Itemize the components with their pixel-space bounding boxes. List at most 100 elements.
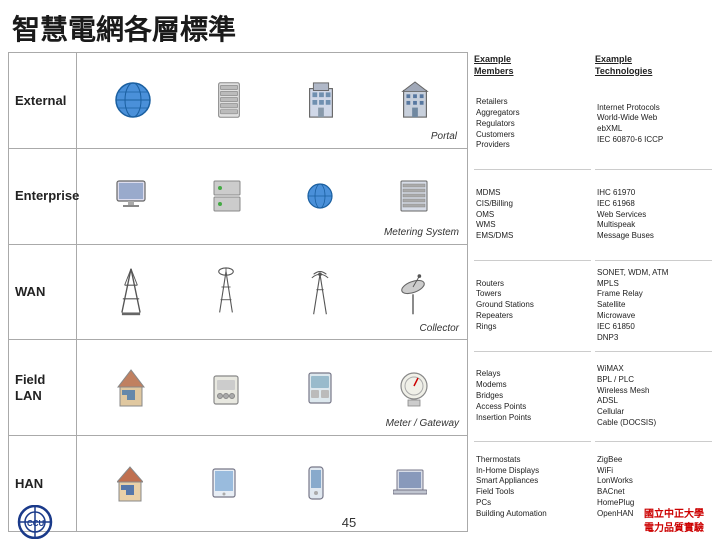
tech-item: Wireless Mesh [597,386,710,397]
footer: CCU 45 國立中正大學 電力品質實驗 [0,504,720,540]
tech-item: WiFi [597,466,710,477]
tech-enterprise: IHC 61970 IEC 61968 Web Services Multisp… [595,170,712,261]
tech-item: Cellular [597,407,710,418]
member-item: MDMS [476,188,589,199]
member-item: Regulators [476,119,589,130]
house-icon [117,368,145,408]
member-item: In-Home Displays [476,466,589,477]
layer-label-enterprise: Enterprise [9,149,77,244]
tech-item: Cable (DOCSIS) [597,418,710,429]
technologies-col: Example Technologies Internet Protocols … [595,52,712,532]
layer-label-external: External [9,53,77,148]
university-name: 國立中正大學 電力品質實驗 [644,508,704,536]
smart-meter-icon [307,368,333,408]
satellite-tower-icon [211,267,241,317]
members-col: Example Members Retailers Aggregators Re… [474,52,595,532]
round-meter-icon [400,368,428,408]
building-icon [305,81,337,119]
tech-item: IEC 61850 [597,322,710,333]
meter-device-icon [212,368,240,408]
tech-item: World-Wide Web [597,113,710,124]
phone-icon [307,465,325,503]
tech-item: IEC 60870-6 ICCP [597,135,710,146]
tech-item: Internet Protocols [597,103,710,114]
members-external: Retailers Aggregators Regulators Custome… [474,79,591,170]
member-item: Insertion Points [476,413,589,424]
members-wan: Routers Towers Ground Stations Repeaters… [474,261,591,352]
member-item: Modems [476,380,589,391]
globe-icon [114,81,152,119]
tech-item: MPLS [597,279,710,290]
layer-external: External [9,53,467,149]
member-item: Ground Stations [476,300,589,311]
member-item: Towers [476,289,589,300]
tech-item: ebXML [597,124,710,135]
tech-external: Internet Protocols World-Wide Web ebXML … [595,79,712,170]
layer-wan: WAN [9,245,467,341]
globe2-icon [306,179,334,213]
collector-label: Collector [420,323,459,334]
datacenter-icon [399,179,429,213]
building2-icon [400,81,430,119]
diagram-area: External [8,52,468,532]
member-item: Relays [476,369,589,380]
members-header: Example Members [474,52,591,77]
layer-label-fieldlan: Field LAN [9,340,77,435]
tech-item: WiMAX [597,364,710,375]
tech-item: Microwave [597,311,710,322]
member-item: Bridges [476,391,589,402]
monitor-icon [115,179,147,213]
member-item: Smart Appliances [476,476,589,487]
tech-item: Web Services [597,210,710,221]
tech-item: LonWorks [597,476,710,487]
member-item: Aggregators [476,108,589,119]
page-title: 智慧電網各層標準 [0,0,720,52]
member-item: Routers [476,279,589,290]
tech-item: DNP3 [597,333,710,344]
layer-content-enterprise: Metering System [77,149,467,244]
portal-label: Portal [431,131,457,142]
technologies-header: Example Technologies [595,52,712,77]
member-item: Thermostats [476,455,589,466]
tablet-icon [211,465,239,503]
tech-item: ADSL [597,396,710,407]
tech-item: Message Buses [597,231,710,242]
page-number: 45 [342,515,356,530]
layer-content-fieldlan: Meter / Gateway [77,340,467,435]
tower-icon [116,267,146,317]
tech-item: SONET, WDM, ATM [597,268,710,279]
server-rack-icon [215,81,243,119]
member-item: WMS [476,220,589,231]
member-item: Rings [476,322,589,333]
member-item: Retailers [476,97,589,108]
member-item: Repeaters [476,311,589,322]
main-container: External [0,52,720,532]
member-item: EMS/DMS [476,231,589,242]
tech-wan: SONET, WDM, ATM MPLS Frame Relay Satelli… [595,261,712,352]
layer-enterprise: Enterprise [9,149,467,245]
info-area: Example Members Retailers Aggregators Re… [468,52,712,532]
tech-item: BPL / PLC [597,375,710,386]
logo-icon: CCU [16,505,54,539]
members-fieldlan: Relays Modems Bridges Access Points Inse… [474,352,591,443]
members-enterprise: MDMS CIS/Billing OMS WMS EMS/DMS [474,170,591,261]
member-item: Customers [476,130,589,141]
member-item: OMS [476,210,589,221]
tech-item: IEC 61968 [597,199,710,210]
layer-label-wan: WAN [9,245,77,340]
member-item: CIS/Billing [476,199,589,210]
member-item: Field Tools [476,487,589,498]
tech-item: IHC 61970 [597,188,710,199]
layer-content-external: Portal [77,53,467,148]
laptop-icon [393,465,427,503]
tech-item: Satellite [597,300,710,311]
dish-icon [398,267,428,317]
tech-item: Frame Relay [597,289,710,300]
member-item: Access Points [476,402,589,413]
tech-item: Multispeak [597,220,710,231]
layer-content-wan: Collector [77,245,467,340]
member-item: Providers [476,140,589,151]
tech-item: BACnet [597,487,710,498]
meter-gw-label: Meter / Gateway [386,418,459,429]
wireless-tower-icon [307,267,333,317]
